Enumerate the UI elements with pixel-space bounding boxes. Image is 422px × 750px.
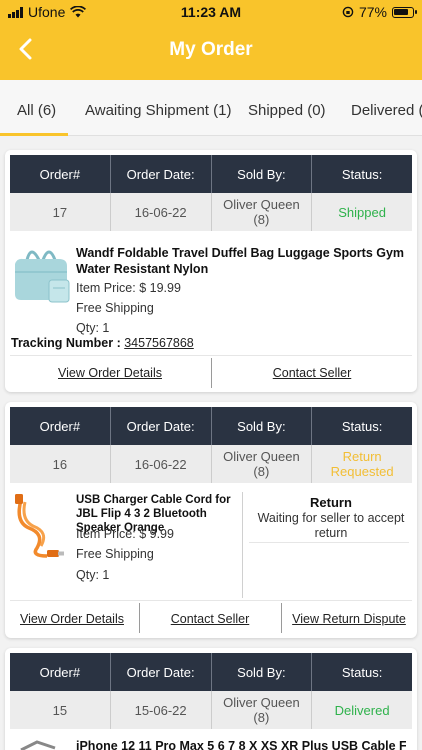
contact-seller-button[interactable]: Contact Seller bbox=[141, 612, 279, 626]
header-status: Status: bbox=[311, 653, 412, 691]
header-order-no: Order# bbox=[39, 166, 81, 182]
order-table-row: 15 15-06-22 Oliver Queen (8) Delivered bbox=[10, 691, 412, 729]
product-name[interactable]: iPhone 12 11 Pro Max 5 6 7 8 X XS XR Plu… bbox=[76, 738, 406, 750]
order-date: 15-06-22 bbox=[109, 691, 211, 729]
view-return-dispute-button[interactable]: View Return Dispute bbox=[283, 612, 415, 626]
status-bar: Ufone 11:23 AM 77% bbox=[0, 0, 422, 24]
header-order-date: Order Date: bbox=[109, 407, 211, 445]
tracking-label: Tracking Number : bbox=[11, 336, 121, 350]
header-sold-by: Sold By: bbox=[210, 155, 312, 193]
return-title: Return bbox=[310, 495, 352, 510]
status-badge: Delivered bbox=[311, 691, 412, 729]
order-table-header: Order# Order Date: Sold By: Status: bbox=[10, 653, 412, 691]
order-date: 16-06-22 bbox=[109, 445, 211, 483]
battery-icon bbox=[392, 6, 417, 18]
order-card: Order# Order Date: Sold By: Status: 15 1… bbox=[5, 648, 417, 750]
order-table-row: 16 16-06-22 Oliver Queen (8) Return Requ… bbox=[10, 445, 412, 483]
order-date: 16-06-22 bbox=[109, 193, 211, 231]
header-order-no: Order# bbox=[39, 664, 81, 680]
page-title: My Order bbox=[169, 39, 253, 60]
status-right: 77% bbox=[342, 4, 417, 20]
quantity: Qty: 1 bbox=[76, 568, 110, 582]
tracking-number-link[interactable]: 3457567868 bbox=[124, 336, 194, 350]
order-number: 16 bbox=[52, 456, 68, 472]
header-order-no: Order# bbox=[39, 418, 81, 434]
order-tabs: All (6) Awaiting Shipment (1) Shipped (0… bbox=[0, 80, 422, 136]
order-card: Order# Order Date: Sold By: Status: 16 1… bbox=[5, 402, 417, 638]
header-order-date: Order Date: bbox=[109, 653, 211, 691]
order-number: 15 bbox=[52, 702, 68, 718]
order-card: Order# Order Date: Sold By: Status: 17 1… bbox=[5, 150, 417, 392]
product-image-usb-cable[interactable] bbox=[11, 492, 71, 560]
seller-name[interactable]: Oliver Queen (8) bbox=[210, 193, 312, 231]
battery-percent: 77% bbox=[358, 4, 387, 20]
view-order-details-button[interactable]: View Order Details bbox=[7, 612, 137, 626]
divider bbox=[10, 355, 412, 356]
status-badge: Shipped bbox=[311, 193, 412, 231]
app-header: Ufone 11:23 AM 77% My Order bbox=[0, 0, 422, 80]
item-price: Item Price: $ 19.99 bbox=[76, 281, 181, 295]
order-table-header: Order# Order Date: Sold By: Status: bbox=[10, 407, 412, 445]
product-image-duffel-bag[interactable] bbox=[9, 242, 73, 308]
product-name[interactable]: Wandf Foldable Travel Duffel Bag Luggage… bbox=[76, 245, 406, 277]
status-badge: Return Requested bbox=[311, 445, 412, 483]
divider bbox=[242, 492, 243, 598]
tab-selected-indicator bbox=[0, 133, 68, 136]
item-price: Item Price: $ 9.99 bbox=[76, 527, 174, 541]
tab-awaiting-shipment[interactable]: Awaiting Shipment (1) bbox=[85, 102, 231, 119]
divider bbox=[139, 603, 140, 633]
shipping-info: Free Shipping bbox=[76, 547, 154, 561]
seller-name[interactable]: Oliver Queen (8) bbox=[210, 445, 312, 483]
divider bbox=[281, 603, 282, 633]
contact-seller-button[interactable]: Contact Seller bbox=[212, 366, 412, 380]
orientation-lock-icon bbox=[342, 6, 354, 18]
header-status: Status: bbox=[311, 407, 412, 445]
return-status-text: Waiting for seller to accept return bbox=[257, 511, 405, 540]
seller-name[interactable]: Oliver Queen (8) bbox=[210, 691, 312, 729]
quantity: Qty: 1 bbox=[76, 321, 110, 335]
product-image-iphone-cable[interactable] bbox=[19, 738, 59, 750]
shipping-info: Free Shipping bbox=[76, 301, 154, 315]
order-table-row: 17 16-06-22 Oliver Queen (8) Shipped bbox=[10, 193, 412, 231]
tab-all[interactable]: All (6) bbox=[17, 102, 56, 119]
tab-shipped[interactable]: Shipped (0) bbox=[248, 102, 326, 119]
header-order-date: Order Date: bbox=[109, 155, 211, 193]
header-sold-by: Sold By: bbox=[210, 653, 312, 691]
nav-bar: My Order bbox=[0, 30, 422, 70]
header-sold-by: Sold By: bbox=[210, 407, 312, 445]
order-number: 17 bbox=[52, 204, 68, 220]
order-table-header: Order# Order Date: Sold By: Status: bbox=[10, 155, 412, 193]
divider bbox=[10, 600, 412, 601]
divider bbox=[249, 542, 409, 543]
tab-delivered[interactable]: Delivered (3 bbox=[351, 102, 422, 119]
header-status: Status: bbox=[311, 155, 412, 193]
view-order-details-button[interactable]: View Order Details bbox=[10, 366, 210, 380]
tracking-info: Tracking Number : 3457567868 bbox=[11, 336, 194, 350]
